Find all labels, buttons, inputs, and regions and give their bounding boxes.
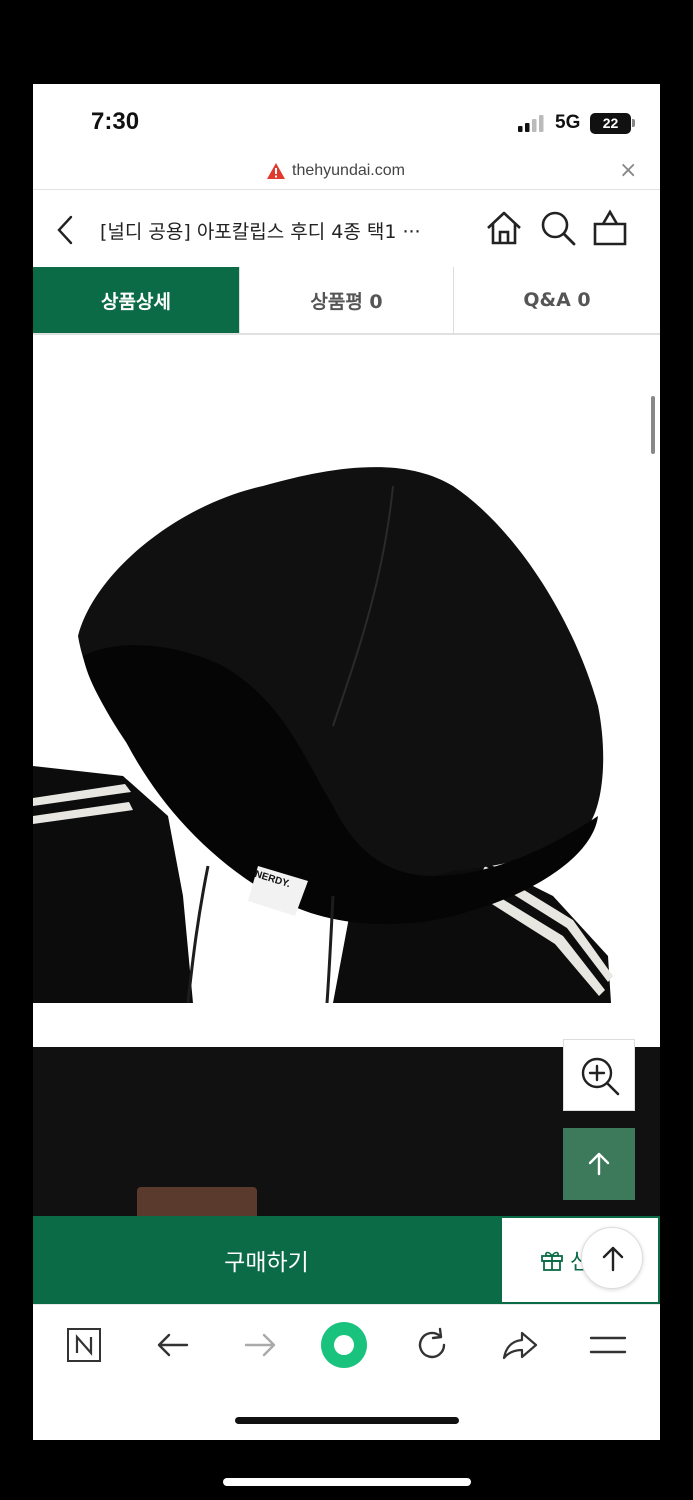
home-indicator [235,1417,459,1424]
purchase-bar: 구매하기 선 [33,1216,660,1304]
scroll-top-button[interactable] [563,1128,635,1200]
zoom-in-icon [581,1057,620,1096]
status-bar: 7:30 5G 22 [33,84,660,162]
gift-icon [541,1251,563,1271]
hoodie-image [33,467,613,1003]
share-icon[interactable] [500,1325,540,1365]
arrow-up-icon [588,1152,610,1176]
search-icon[interactable] [538,208,578,248]
scrollbar[interactable] [651,396,655,454]
signal-icon [518,115,544,132]
back-icon[interactable] [153,1325,193,1365]
tab-reviews[interactable]: 상품평 0 [240,267,454,333]
status-time: 7:30 [91,108,140,135]
product-tabs: 상품상세 상품평 0 Q&A 0 [33,267,660,335]
floating-scroll-up-button[interactable] [581,1227,643,1289]
battery-tip [632,119,635,127]
network-type: 5G [555,112,581,133]
menu-icon[interactable] [588,1325,628,1365]
home-icon[interactable] [484,208,524,248]
phone-screen: 7:30 5G 22 thehyundai.com × [널디 공용] 아포칼립… [33,84,660,1440]
close-icon[interactable]: × [619,158,637,183]
back-arrow-icon[interactable] [53,213,77,247]
page-header: [널디 공용] 아포칼립스 후디 4종 택1 ··· [33,191,660,267]
browser-toolbar [33,1304,660,1386]
zoom-button[interactable] [563,1039,635,1111]
shopping-bag-icon[interactable] [590,208,630,248]
green-dot-icon[interactable] [319,1320,369,1370]
warning-icon [267,163,285,179]
buy-button[interactable]: 구매하기 [33,1216,500,1304]
forward-icon[interactable] [240,1325,280,1365]
url-text[interactable]: thehyundai.com [292,162,405,180]
naver-icon[interactable] [64,1325,104,1365]
tab-qna[interactable]: Q&A 0 [454,267,660,333]
outer-home-indicator [223,1478,471,1486]
tab-product-detail[interactable]: 상품상세 [33,267,240,333]
product-title: [널디 공용] 아포칼립스 후디 4종 택1 ··· [100,221,421,243]
arrow-up-icon [602,1246,624,1272]
battery-icon: 22 [590,113,631,134]
url-bar[interactable]: thehyundai.com × [33,154,660,190]
product-detail-content: NERDY. [33,336,660,1267]
refresh-icon[interactable] [412,1325,452,1365]
battery-level: 22 [602,115,619,131]
